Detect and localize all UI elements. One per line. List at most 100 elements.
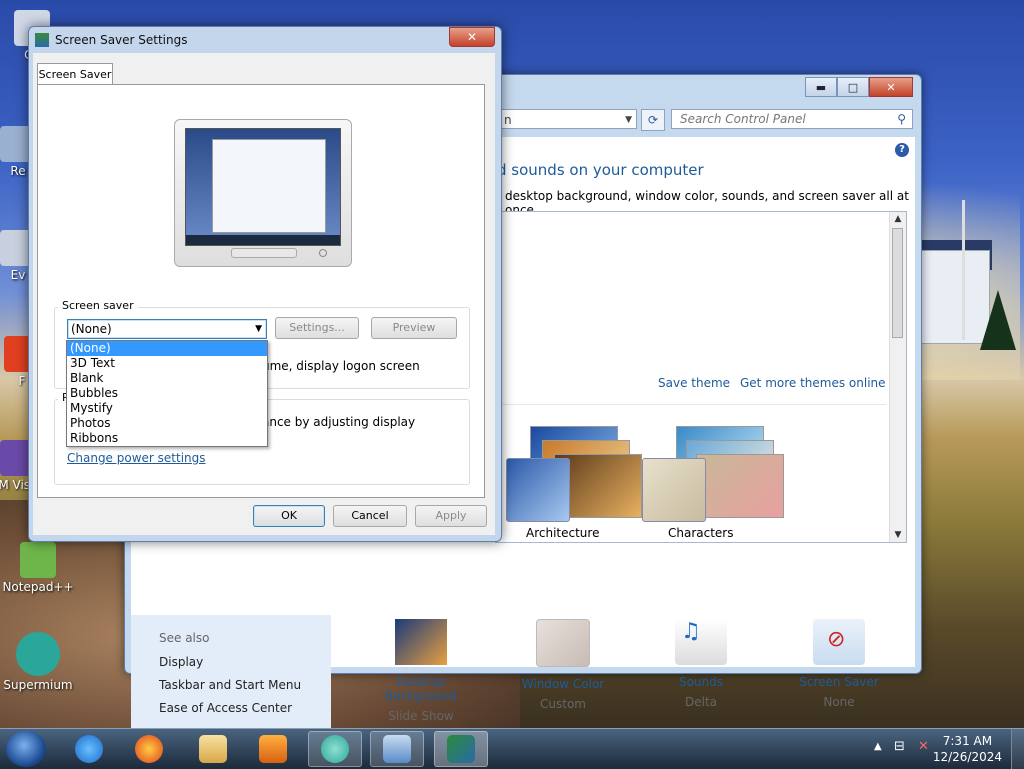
apply-button[interactable]: Apply <box>415 505 487 527</box>
desktop-icon-notepad-plus-plus[interactable]: Notepad++ <box>2 542 74 594</box>
show-hidden-icons-icon[interactable]: ▲ <box>874 741 882 752</box>
option-label: Sounds <box>678 675 724 689</box>
change-power-settings-link[interactable]: Change power settings <box>67 451 206 465</box>
desktop-icon-supermium[interactable]: Supermium <box>2 632 74 692</box>
show-desktop-button[interactable] <box>1011 729 1024 769</box>
dropdown-option-3d-text[interactable]: 3D Text <box>67 356 267 371</box>
minimize-button[interactable]: ▬ <box>805 77 837 97</box>
volume-muted-icon[interactable]: ✕ <box>918 739 929 754</box>
maximize-button[interactable]: □ <box>837 77 869 97</box>
close-button[interactable]: ✕ <box>869 77 913 97</box>
internet-explorer-icon <box>75 735 103 763</box>
tab-screen-saver[interactable]: Screen Saver <box>37 63 113 86</box>
desktop-background-option[interactable]: Desktop Background Slide Show <box>361 619 481 723</box>
screen-saver-settings-icon <box>447 735 475 763</box>
preview-taskbar <box>186 235 340 245</box>
taskbar-supermium[interactable] <box>308 731 362 767</box>
screen-saver-select[interactable]: (None) ▼ <box>67 319 267 339</box>
dropdown-option-ribbons[interactable]: Ribbons <box>67 431 267 446</box>
desktop-icon-label: Supermium <box>3 678 73 692</box>
option-label: Desktop Background <box>385 675 457 703</box>
power-description: ance by adjusting display <box>262 415 416 429</box>
option-value: Custom <box>540 697 586 711</box>
network-icon[interactable]: ⊟ <box>894 739 905 754</box>
clock-date: 12/26/2024 <box>932 750 1002 764</box>
desktop: Co Re Ev F M Visu Notepad++ Supermium ▬ … <box>0 0 1024 728</box>
option-label: Screen Saver <box>799 675 879 689</box>
get-more-themes-link[interactable]: Get more themes online <box>740 376 886 390</box>
monitor-power-led <box>319 249 327 257</box>
settings-button[interactable]: Settings... <box>275 317 359 339</box>
resume-logon-text: ume, display logon screen <box>262 359 420 373</box>
ok-button[interactable]: OK <box>253 505 325 527</box>
taskbar-internet-explorer[interactable] <box>62 731 116 767</box>
dialog-title: Screen Saver Settings <box>55 33 188 47</box>
page-heading: d sounds on your computer <box>497 161 704 179</box>
theme-color-swatch <box>642 458 706 522</box>
preview-button[interactable]: Preview <box>371 317 457 339</box>
address-text: n <box>504 113 512 127</box>
chevron-down-icon[interactable]: ▼ <box>625 110 632 130</box>
screen-saver-group-label: Screen saver <box>58 299 138 312</box>
see-also-ease-of-access-link[interactable]: Ease of Access Center <box>159 701 292 715</box>
dropdown-option-blank[interactable]: Blank <box>67 371 267 386</box>
option-label: Window Color <box>521 677 605 691</box>
option-value: Slide Show <box>388 709 454 723</box>
sounds-option[interactable]: ♫ Sounds Delta <box>641 619 761 709</box>
search-input[interactable]: Search Control Panel ⚲ <box>671 109 913 129</box>
screen-saver-option[interactable]: ⊘ Screen Saver None <box>779 619 899 709</box>
chevron-down-icon[interactable]: ▼ <box>255 320 262 338</box>
window-controls: ▬ □ ✕ <box>805 77 913 97</box>
see-also-display-link[interactable]: Display <box>159 655 203 669</box>
desktop-background-icon <box>395 619 447 665</box>
dropdown-option-mystify[interactable]: Mystify <box>67 401 267 416</box>
theme-name: Architecture <box>526 526 600 540</box>
supermium-icon <box>16 632 60 676</box>
dropdown-option-photos[interactable]: Photos <box>67 416 267 431</box>
option-value: Delta <box>684 695 717 709</box>
screen-saver-settings-dialog: Screen Saver Settings ✕ Screen Saver Scr… <box>28 26 502 542</box>
search-placeholder: Search Control Panel <box>680 112 806 126</box>
vertical-scrollbar[interactable]: ▲ ▼ <box>889 212 906 542</box>
taskbar-media-player[interactable] <box>246 731 300 767</box>
system-tray: ▲ ⊟ ✕ 7:31 AM 12/26/2024 <box>864 729 1024 769</box>
refresh-icon[interactable]: ⟳ <box>641 109 665 131</box>
theme-color-swatch <box>506 458 570 522</box>
help-icon[interactable]: ? <box>895 143 909 157</box>
divider <box>496 404 886 405</box>
address-bar[interactable]: n ▼ <box>497 109 637 129</box>
desktop-icon-label: F <box>18 374 26 388</box>
select-value: (None) <box>71 322 112 336</box>
save-theme-link[interactable]: Save theme <box>658 376 730 390</box>
theme-list: Save theme Get more themes online Archit… <box>495 211 907 543</box>
desktop-icon-label: Notepad++ <box>2 580 74 594</box>
dropdown-option-bubbles[interactable]: Bubbles <box>67 386 267 401</box>
chevron-down-icon[interactable]: ▼ <box>892 530 904 540</box>
start-button[interactable] <box>6 731 46 767</box>
dialog-close-button[interactable]: ✕ <box>449 27 495 47</box>
clock[interactable]: 7:31 AM 12/26/2024 <box>933 733 1002 765</box>
taskbar-control-panel[interactable] <box>370 731 424 767</box>
see-also-taskbar-link[interactable]: Taskbar and Start Menu <box>159 678 301 692</box>
scrollbar-thumb[interactable] <box>892 228 903 338</box>
search-icon[interactable]: ⚲ <box>897 110 906 128</box>
preview-window <box>212 139 326 233</box>
taskbar-firefox[interactable] <box>122 731 176 767</box>
flag-pole <box>962 200 965 340</box>
cancel-button[interactable]: Cancel <box>333 505 407 527</box>
screen-saver-app-icon <box>35 33 49 47</box>
chevron-up-icon[interactable]: ▲ <box>892 214 904 224</box>
screen-saver-dropdown-list: (None) 3D Text Blank Bubbles Mystify Pho… <box>66 340 268 447</box>
monitor-preview <box>174 119 352 267</box>
screen-saver-icon: ⊘ <box>813 619 865 665</box>
window-color-option[interactable]: Window Color Custom <box>503 619 623 711</box>
see-also-panel: See also Display Taskbar and Start Menu … <box>131 615 331 728</box>
media-player-icon <box>259 735 287 763</box>
preview-screen <box>185 128 341 246</box>
monitor-stand <box>231 248 297 258</box>
taskbar-file-explorer[interactable] <box>186 731 240 767</box>
taskbar-screen-saver-settings[interactable] <box>434 731 488 767</box>
dropdown-option-none[interactable]: (None) <box>67 341 267 356</box>
firefox-icon <box>135 735 163 763</box>
pine-tree <box>980 290 1016 350</box>
